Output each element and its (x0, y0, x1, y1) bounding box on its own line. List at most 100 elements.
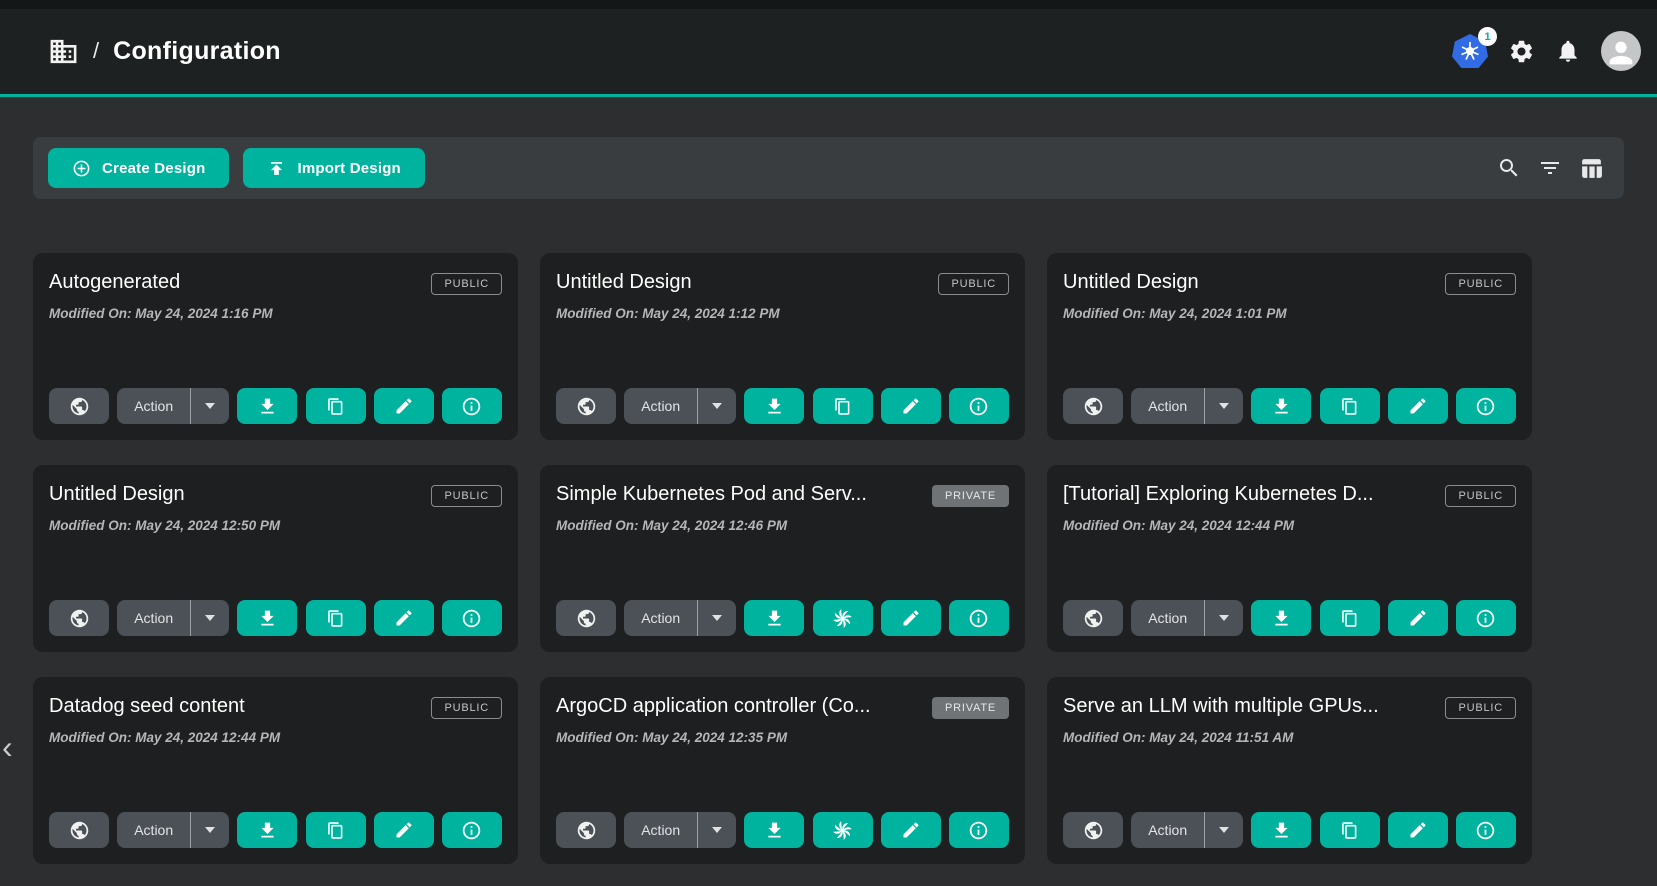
download-button[interactable] (1251, 812, 1311, 848)
clone-button[interactable] (306, 600, 366, 636)
card-action-row: Action (49, 812, 502, 848)
sidebar-collapse-handle[interactable]: ‹ (2, 731, 13, 763)
clone-button[interactable] (306, 812, 366, 848)
table-view-button[interactable] (1579, 156, 1604, 181)
download-button[interactable] (744, 600, 804, 636)
visibility-globe-button[interactable] (556, 600, 616, 636)
action-button[interactable]: Action (117, 600, 190, 636)
visibility-globe-button[interactable] (49, 812, 109, 848)
action-dropdown-toggle[interactable] (698, 812, 736, 848)
info-button[interactable] (442, 388, 502, 424)
info-icon (968, 396, 989, 417)
visibility-badge: PUBLIC (431, 697, 502, 719)
organization-building-icon[interactable] (48, 36, 79, 67)
design-title: Untitled Design (556, 271, 926, 294)
visibility-globe-button[interactable] (1063, 388, 1123, 424)
action-split-button: Action (624, 812, 736, 848)
action-button[interactable]: Action (117, 388, 190, 424)
import-design-label: Import Design (297, 160, 400, 177)
design-card: Serve an LLM with multiple GPUs... PUBLI… (1047, 677, 1532, 864)
info-button[interactable] (442, 600, 502, 636)
action-button[interactable]: Action (1131, 812, 1204, 848)
clone-button[interactable] (306, 388, 366, 424)
copy-icon (325, 396, 346, 417)
download-button[interactable] (237, 388, 297, 424)
info-button[interactable] (949, 600, 1009, 636)
action-button[interactable]: Action (624, 388, 697, 424)
create-design-label: Create Design (102, 160, 205, 177)
kubernetes-context-button[interactable]: 1 (1452, 34, 1488, 68)
info-icon (1475, 608, 1496, 629)
search-button[interactable] (1497, 156, 1521, 180)
info-button[interactable] (949, 812, 1009, 848)
context-count-badge: 1 (1478, 27, 1497, 46)
action-button[interactable]: Action (624, 600, 697, 636)
visibility-badge: PUBLIC (938, 273, 1009, 295)
design-title: Serve an LLM with multiple GPUs... (1063, 695, 1433, 718)
create-design-button[interactable]: Create Design (48, 148, 229, 188)
visibility-globe-button[interactable] (1063, 812, 1123, 848)
action-dropdown-toggle[interactable] (698, 600, 736, 636)
card-header: ArgoCD application controller (Co... PRI… (556, 695, 1009, 719)
edit-button[interactable] (374, 388, 434, 424)
action-dropdown-toggle[interactable] (698, 388, 736, 424)
info-button[interactable] (1456, 388, 1516, 424)
clone-button[interactable] (813, 388, 873, 424)
clone-button[interactable] (813, 812, 873, 848)
download-button[interactable] (1251, 600, 1311, 636)
pencil-icon (901, 396, 921, 416)
clone-button[interactable] (1320, 812, 1380, 848)
action-dropdown-toggle[interactable] (1205, 388, 1243, 424)
pencil-icon (394, 396, 414, 416)
copy-icon (325, 820, 346, 841)
action-dropdown-toggle[interactable] (191, 812, 229, 848)
download-button[interactable] (1251, 388, 1311, 424)
download-button[interactable] (744, 812, 804, 848)
edit-button[interactable] (374, 600, 434, 636)
info-icon (461, 608, 482, 629)
modified-on-text: Modified On: May 24, 2024 12:46 PM (556, 518, 1009, 533)
action-button[interactable]: Action (624, 812, 697, 848)
user-avatar[interactable] (1601, 31, 1641, 71)
edit-button[interactable] (374, 812, 434, 848)
action-button[interactable]: Action (1131, 600, 1204, 636)
card-header: Autogenerated PUBLIC (49, 271, 502, 295)
download-button[interactable] (237, 600, 297, 636)
edit-button[interactable] (1388, 600, 1448, 636)
edit-button[interactable] (1388, 812, 1448, 848)
action-dropdown-toggle[interactable] (191, 388, 229, 424)
action-button[interactable]: Action (117, 812, 190, 848)
visibility-globe-button[interactable] (1063, 600, 1123, 636)
info-button[interactable] (1456, 812, 1516, 848)
edit-button[interactable] (1388, 388, 1448, 424)
clone-button[interactable] (1320, 600, 1380, 636)
visibility-globe-button[interactable] (556, 812, 616, 848)
download-icon (1271, 396, 1292, 417)
action-dropdown-toggle[interactable] (191, 600, 229, 636)
action-dropdown-toggle[interactable] (1205, 812, 1243, 848)
design-title: Simple Kubernetes Pod and Serv... (556, 483, 920, 506)
import-design-button[interactable]: Import Design (243, 148, 424, 188)
settings-button[interactable] (1508, 38, 1535, 65)
info-button[interactable] (442, 812, 502, 848)
breadcrumb-separator: / (93, 38, 99, 64)
edit-button[interactable] (881, 812, 941, 848)
clone-button[interactable] (813, 600, 873, 636)
notifications-button[interactable] (1555, 38, 1581, 64)
download-button[interactable] (744, 388, 804, 424)
action-button[interactable]: Action (1131, 388, 1204, 424)
filter-button[interactable] (1538, 156, 1562, 180)
edit-button[interactable] (881, 600, 941, 636)
info-button[interactable] (1456, 600, 1516, 636)
download-button[interactable] (237, 812, 297, 848)
edit-button[interactable] (881, 388, 941, 424)
visibility-badge: PUBLIC (1445, 485, 1516, 507)
visibility-globe-button[interactable] (49, 600, 109, 636)
clone-button[interactable] (1320, 388, 1380, 424)
design-title: Untitled Design (1063, 271, 1433, 294)
info-button[interactable] (949, 388, 1009, 424)
action-dropdown-toggle[interactable] (1205, 600, 1243, 636)
visibility-globe-button[interactable] (556, 388, 616, 424)
visibility-globe-button[interactable] (49, 388, 109, 424)
pencil-icon (1408, 608, 1428, 628)
